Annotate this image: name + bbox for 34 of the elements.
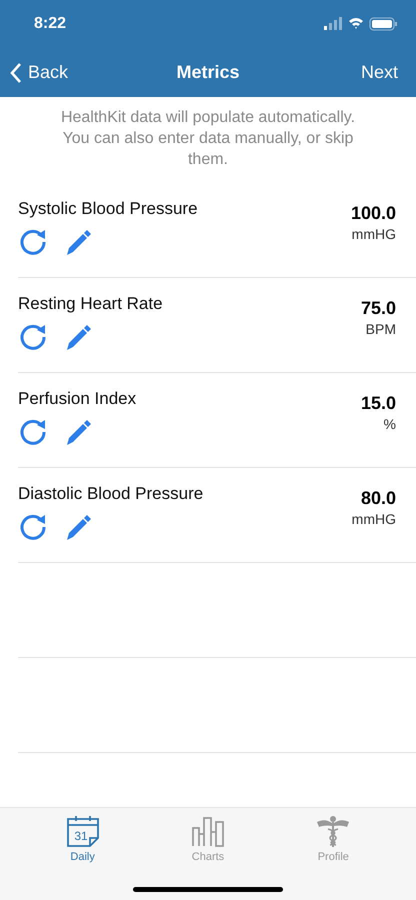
refresh-button[interactable] xyxy=(18,322,48,352)
caduceus-icon xyxy=(316,814,350,848)
refresh-button[interactable] xyxy=(18,512,48,542)
metric-name: Perfusion Index xyxy=(18,389,136,409)
refresh-icon xyxy=(18,322,48,352)
tab[interactable]: Profile xyxy=(298,814,368,863)
signal-icon xyxy=(324,17,342,30)
metric-value: 100.0 xyxy=(350,203,396,224)
metric-name: Resting Heart Rate xyxy=(18,294,163,314)
metric-value: 75.0 xyxy=(360,298,396,319)
refresh-icon xyxy=(18,417,48,447)
metric-name: Diastolic Blood Pressure xyxy=(18,484,204,504)
wifi-icon xyxy=(349,18,363,29)
battery-icon xyxy=(370,18,397,30)
metric-value: 80.0 xyxy=(360,488,396,509)
metric-unit: mmHG xyxy=(352,511,396,527)
screen-title: Metrics xyxy=(176,62,240,83)
metric-unit: BPM xyxy=(366,321,396,337)
metric-name: Systolic Blood Pressure xyxy=(18,199,198,219)
refresh-button[interactable] xyxy=(18,227,48,257)
metric-unit: % xyxy=(384,416,396,432)
back-button[interactable]: Back xyxy=(10,62,68,84)
bar-chart-icon xyxy=(190,814,225,848)
back-chevron-icon xyxy=(10,62,22,84)
tab[interactable]: Charts xyxy=(172,814,243,863)
refresh-button[interactable] xyxy=(18,417,48,447)
status-time: 8:22 xyxy=(34,15,66,33)
intro-text: HealthKit data will populate automatically. You can also enter data manually, or skip them. xyxy=(60,108,356,170)
refresh-icon xyxy=(18,512,48,542)
metric-value: 15.0 xyxy=(360,393,396,414)
metric-unit: mmHG xyxy=(352,226,396,242)
tab[interactable]: 31 Daily xyxy=(48,814,118,863)
next-button[interactable]: Next xyxy=(360,62,398,83)
refresh-icon xyxy=(18,227,48,257)
